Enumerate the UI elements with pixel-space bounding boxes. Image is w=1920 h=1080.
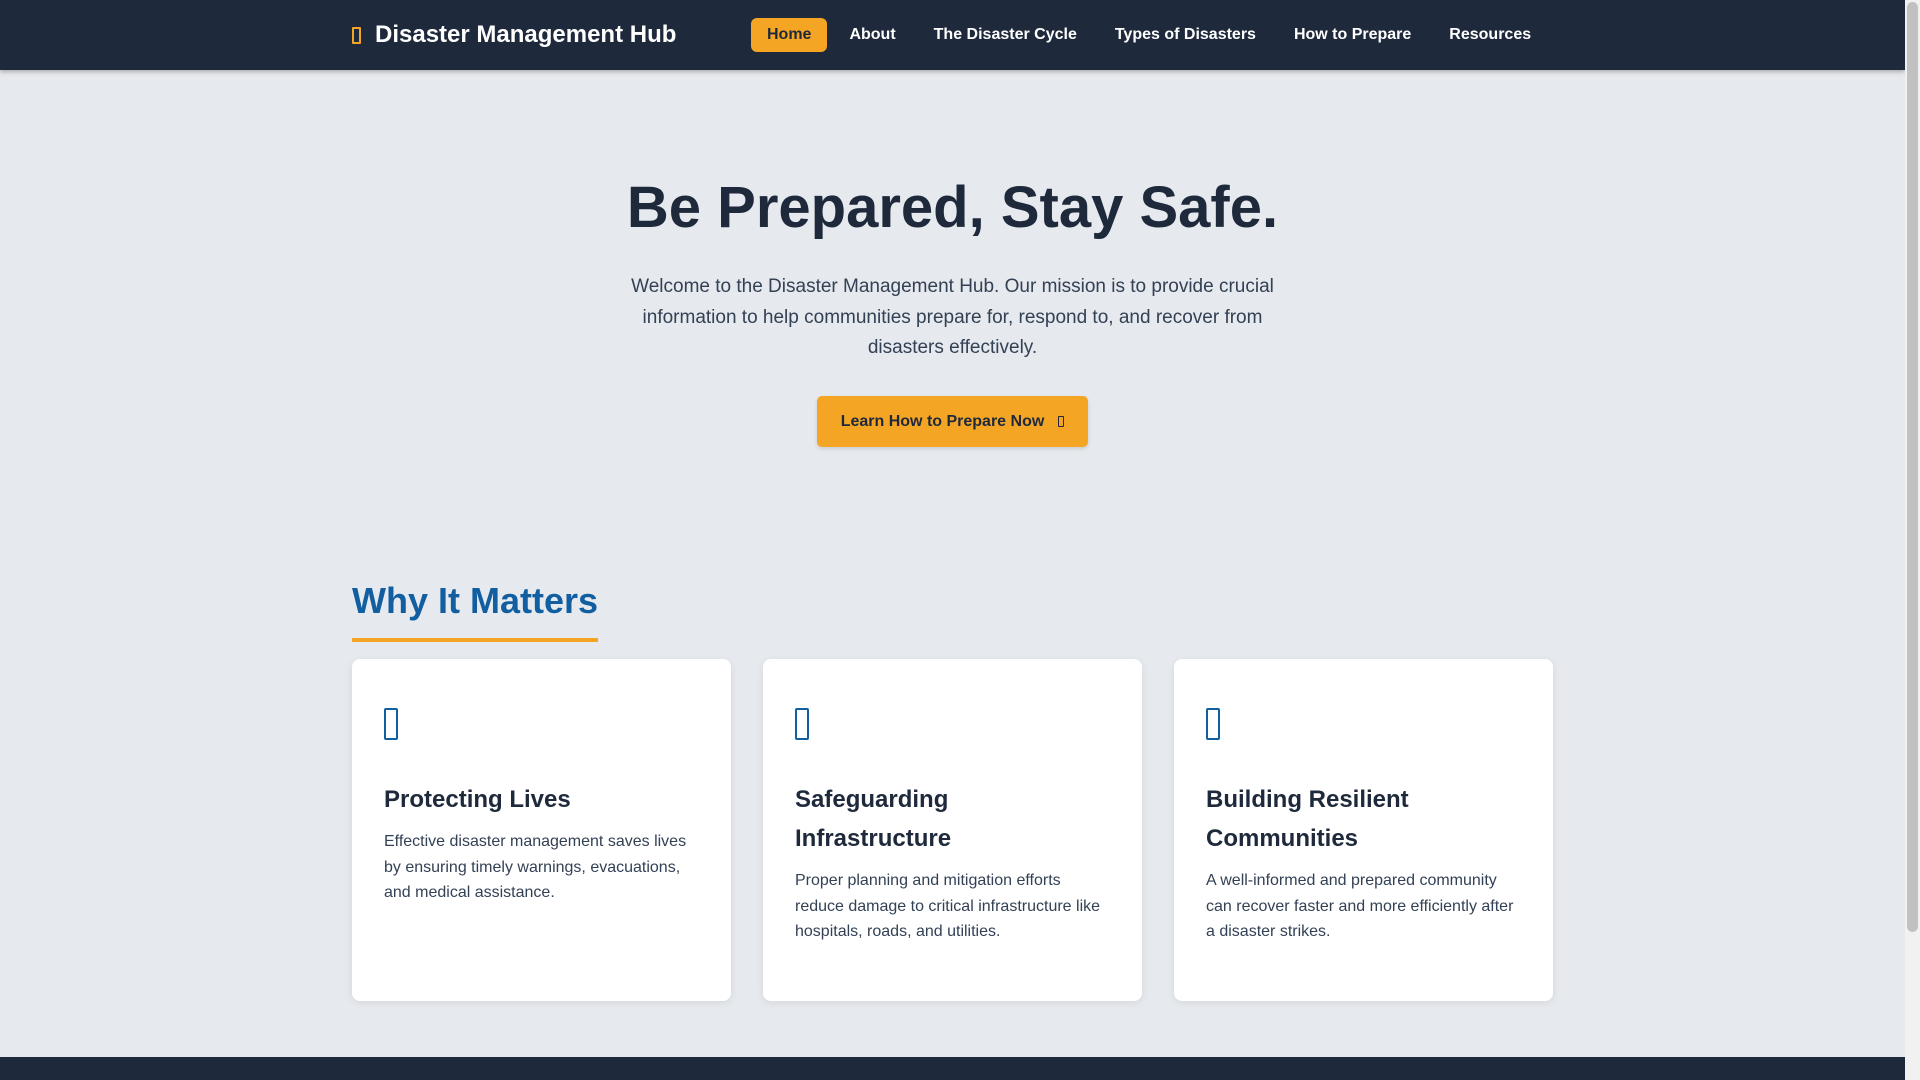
card-title: Building Resilient Communities — [1206, 786, 1409, 852]
cta-label: Learn How to Prepare Now — [840, 412, 1045, 430]
hero-description: Welcome to the Disaster Management Hub. … — [631, 276, 1274, 358]
nav-link-about[interactable]: About — [833, 18, 911, 52]
card-text: Effective disaster management saves live… — [384, 833, 687, 901]
heart-icon — [384, 708, 398, 740]
card-protecting-lives: Protecting Lives Effective disaster mana… — [352, 659, 731, 1001]
page: Disaster Management Hub Home About The D… — [0, 0, 1905, 1080]
learn-how-to-prepare-button[interactable]: Learn How to Prepare Now — [817, 396, 1088, 447]
nav-links: Home About The Disaster Cycle Types of D… — [751, 18, 1553, 52]
nav-link-home[interactable]: Home — [751, 18, 828, 52]
brand-title: Disaster Management Hub — [375, 21, 677, 48]
brand-logo[interactable]: Disaster Management Hub — [352, 0, 676, 70]
vertical-scrollbar[interactable] — [1905, 0, 1920, 1080]
shield-icon — [352, 26, 361, 44]
arrow-right-icon — [1058, 416, 1065, 427]
footer — [0, 1057, 1905, 1080]
card-title: Safeguarding Infrastructure — [795, 786, 952, 852]
nav-link-disaster-cycle[interactable]: The Disaster Cycle — [918, 18, 1093, 52]
card-building-resilient-communities: Building Resilient Communities A well-in… — [1174, 659, 1553, 1001]
section-title: Why It Matters — [352, 580, 599, 642]
card-safeguarding-infrastructure: Safeguarding Infrastructure Proper plann… — [763, 659, 1142, 1001]
nav-link-types-of-disasters[interactable]: Types of Disasters — [1099, 18, 1272, 52]
nav-link-resources[interactable]: Resources — [1433, 18, 1547, 52]
top-navbar: Disaster Management Hub Home About The D… — [0, 0, 1905, 70]
card-text: A well-informed and prepared community c… — [1206, 872, 1514, 940]
users-icon — [1206, 708, 1220, 740]
card-text: Proper planning and mitigation efforts r… — [795, 872, 1101, 940]
nav-link-how-to-prepare[interactable]: How to Prepare — [1278, 18, 1427, 52]
scrollbar-thumb[interactable] — [1907, 2, 1918, 932]
hero-title: Be Prepared, Stay Safe. — [626, 175, 1279, 240]
card-title: Protecting Lives — [384, 786, 571, 813]
building-icon — [795, 708, 809, 740]
